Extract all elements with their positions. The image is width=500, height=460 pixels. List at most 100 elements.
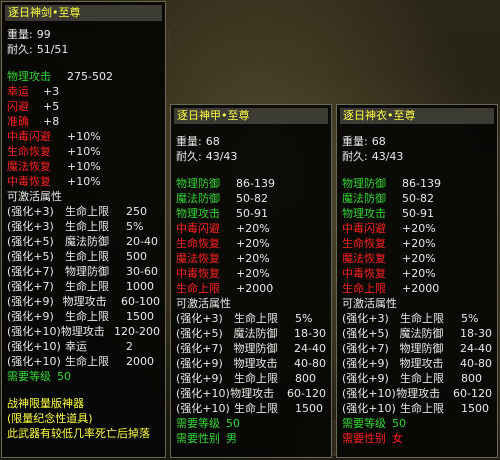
enhance-level: (强化+5) xyxy=(176,327,223,340)
enhancement-row: (强化+10) 物理攻击 120-200 xyxy=(7,324,160,339)
extra-label: 中毒闪避 xyxy=(7,130,51,143)
weight-label: 重量: xyxy=(342,135,368,148)
enhance-level: (强化+3) xyxy=(7,205,54,218)
extra-row: 生命恢复 +10% xyxy=(7,144,160,159)
enhance-name: 物理攻击 xyxy=(233,357,278,370)
required-level-label: 需要等级 xyxy=(176,417,220,430)
stat-row: 物理防御 86-139 xyxy=(342,176,492,191)
enhance-value: 800 xyxy=(295,372,316,385)
enhancement-row: (强化+3) 生命上限 5% xyxy=(176,311,326,326)
enhance-level: (强化+3) xyxy=(7,220,54,233)
item-tooltip-weapon: 逐日神剑•至尊 重量: 99 耐久: 51/51 物理攻击 275-502 幸运… xyxy=(1,1,166,458)
enhance-name: 生命上限 xyxy=(65,310,109,323)
weight-label: 重量: xyxy=(176,135,202,148)
footer-line: 此武器有较低几率死亡后掉落 xyxy=(7,426,160,441)
enhancement-row: (强化+10) 生命上限 2000 xyxy=(7,354,160,369)
activatable-title-text: 可激活属性 xyxy=(176,297,231,310)
stat-value: +3 xyxy=(43,85,60,98)
enhancement-row: (强化+3) 生命上限 5% xyxy=(342,311,492,326)
enhance-value: 24-40 xyxy=(460,342,492,355)
enhance-name: 魔法防御 xyxy=(399,327,444,340)
activatable-title-text: 可激活属性 xyxy=(7,190,62,203)
activatable-title: 可激活属性 xyxy=(342,296,492,311)
extra-label: 魔法恢复 xyxy=(342,252,386,265)
enhance-name: 生命上限 xyxy=(65,355,109,368)
enhance-level: (强化+7) xyxy=(342,342,389,355)
enhance-level: (强化+7) xyxy=(7,280,54,293)
extra-label: 生命恢复 xyxy=(176,237,220,250)
weight-row: 重量: 99 xyxy=(7,27,160,42)
enhance-name: 物理防御 xyxy=(233,342,278,355)
stat-label: 物理防御 xyxy=(176,177,220,190)
stat-value: 50-82 xyxy=(402,192,434,205)
enhance-value: 40-80 xyxy=(460,357,492,370)
enhance-name: 物理攻击 xyxy=(230,387,275,400)
enhance-value: 1500 xyxy=(461,402,489,415)
enhance-level: (强化+9) xyxy=(342,372,389,385)
enhance-value: 18-30 xyxy=(294,327,326,340)
enhance-name: 物理防御 xyxy=(399,342,444,355)
stat-value: 86-139 xyxy=(236,177,275,190)
enhance-level: (强化+10) xyxy=(7,340,61,353)
enhance-level: (强化+10) xyxy=(342,387,396,400)
stat-row: 物理攻击 50-91 xyxy=(176,206,326,221)
enhancement-row: (强化+5) 魔法防御 18-30 xyxy=(342,326,492,341)
extra-row: 生命恢复 +20% xyxy=(176,236,326,251)
stat-label: 魔法防御 xyxy=(342,192,386,205)
durability-value: 51/51 xyxy=(36,43,69,56)
activatable-title: 可激活属性 xyxy=(7,189,160,204)
enhance-level: (强化+3) xyxy=(176,312,223,325)
enhancement-row: (强化+10) 幸运 2 xyxy=(7,339,160,354)
extra-row: 中毒闪避 +20% xyxy=(176,221,326,236)
extra-value: +2000 xyxy=(402,282,440,295)
stat-value: +8 xyxy=(43,115,60,128)
enhance-name: 生命上限 xyxy=(65,220,109,233)
stat-row: 魔法防御 50-82 xyxy=(176,191,326,206)
enhancement-row: (强化+9) 物理攻击 40-80 xyxy=(176,356,326,371)
stat-value: 50-91 xyxy=(236,207,268,220)
enhance-value: 2 xyxy=(126,340,133,353)
required-gender-row: 需要性别 女 xyxy=(342,431,492,446)
enhance-level: (强化+10) xyxy=(176,387,230,400)
enhance-level: (强化+9) xyxy=(7,310,54,323)
required-gender-row: 需要性别 男 xyxy=(176,431,326,446)
extra-row: 魔法恢复 +10% xyxy=(7,159,160,174)
extra-label: 生命恢复 xyxy=(342,237,386,250)
enhance-value: 30-60 xyxy=(126,265,158,278)
weight-value: 99 xyxy=(36,28,51,41)
durability-value: 43/43 xyxy=(371,150,404,163)
enhance-level: (强化+5) xyxy=(342,327,389,340)
required-gender-value: 男 xyxy=(226,432,237,445)
enhancement-row: (强化+5) 生命上限 500 xyxy=(7,249,160,264)
activatable-title-text: 可激活属性 xyxy=(342,297,397,310)
enhance-name: 生命上限 xyxy=(400,372,444,385)
enhance-value: 5% xyxy=(295,312,313,325)
enhancement-row: (强化+3) 生命上限 5% xyxy=(7,219,160,234)
stat-value: 50-82 xyxy=(236,192,268,205)
enhance-level: (强化+3) xyxy=(342,312,389,325)
enhance-value: 60-100 xyxy=(121,295,160,308)
footer-line: 战神限量版神器 xyxy=(7,396,160,411)
required-level-value: 50 xyxy=(57,370,71,383)
extra-value: +20% xyxy=(236,222,270,235)
enhancement-row: (强化+7) 物理防御 30-60 xyxy=(7,264,160,279)
enhancement-row: (强化+10) 物理攻击 60-120 xyxy=(342,386,492,401)
enhance-level: (强化+5) xyxy=(7,250,54,263)
enhance-value: 40-80 xyxy=(294,357,326,370)
required-level-label: 需要等级 xyxy=(342,417,386,430)
stat-value: 275-502 xyxy=(67,70,113,83)
enhance-value: 20-40 xyxy=(126,235,158,248)
enhance-level: (强化+9) xyxy=(176,372,223,385)
enhance-value: 60-120 xyxy=(287,387,326,400)
enhancement-row: (强化+9) 生命上限 800 xyxy=(176,371,326,386)
extra-row: 中毒闪避 +10% xyxy=(7,129,160,144)
activatable-title: 可激活属性 xyxy=(176,296,326,311)
extra-label: 中毒恢复 xyxy=(176,267,220,280)
extra-value: +20% xyxy=(402,222,436,235)
enhance-name: 物理攻击 xyxy=(60,325,105,338)
extra-row: 中毒闪避 +20% xyxy=(342,221,492,236)
stat-value: 86-139 xyxy=(402,177,441,190)
weight-value: 68 xyxy=(205,135,220,148)
enhance-name: 生命上限 xyxy=(234,372,278,385)
footer-text: (限量纪念性道具) xyxy=(7,412,93,425)
